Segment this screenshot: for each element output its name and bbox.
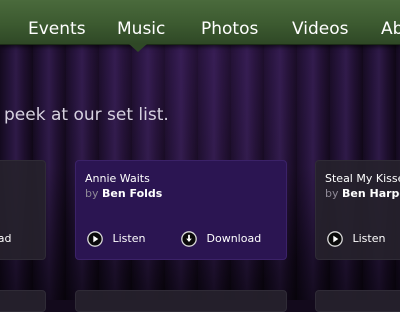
nav-item-events[interactable]: Events (28, 0, 86, 44)
download-button[interactable]: Download (181, 230, 261, 248)
nav-item-about[interactable]: Ab (381, 0, 400, 44)
section-tagline: peek at our set list. (4, 105, 169, 125)
song-card (0, 290, 46, 312)
song-card-annie-waits[interactable]: Annie Waits by Ben Folds Listen Download (75, 160, 287, 260)
song-title: Steal My Kisse (325, 172, 400, 185)
listen-button[interactable]: Listen (327, 230, 385, 248)
nav-item-videos[interactable]: Videos (292, 0, 349, 44)
song-card (315, 290, 400, 312)
listen-button[interactable]: Listen (87, 230, 145, 248)
song-card: oad (0, 160, 46, 260)
download-button[interactable]: oad (0, 230, 11, 248)
song-card-steal-my-kisses[interactable]: Steal My Kisse by Ben Harper Listen (315, 160, 400, 260)
song-title: Annie Waits (85, 172, 150, 185)
active-nav-indicator (129, 44, 147, 52)
download-icon (181, 231, 197, 247)
nav-item-music[interactable]: Music (117, 0, 165, 44)
song-artist: by Ben Harper (325, 187, 400, 200)
song-card (75, 290, 287, 312)
play-icon (327, 231, 343, 247)
top-navigation: Events Music Photos Videos Ab (0, 0, 400, 45)
song-artist: by Ben Folds (85, 187, 163, 200)
play-icon (87, 231, 103, 247)
nav-item-photos[interactable]: Photos (201, 0, 258, 44)
